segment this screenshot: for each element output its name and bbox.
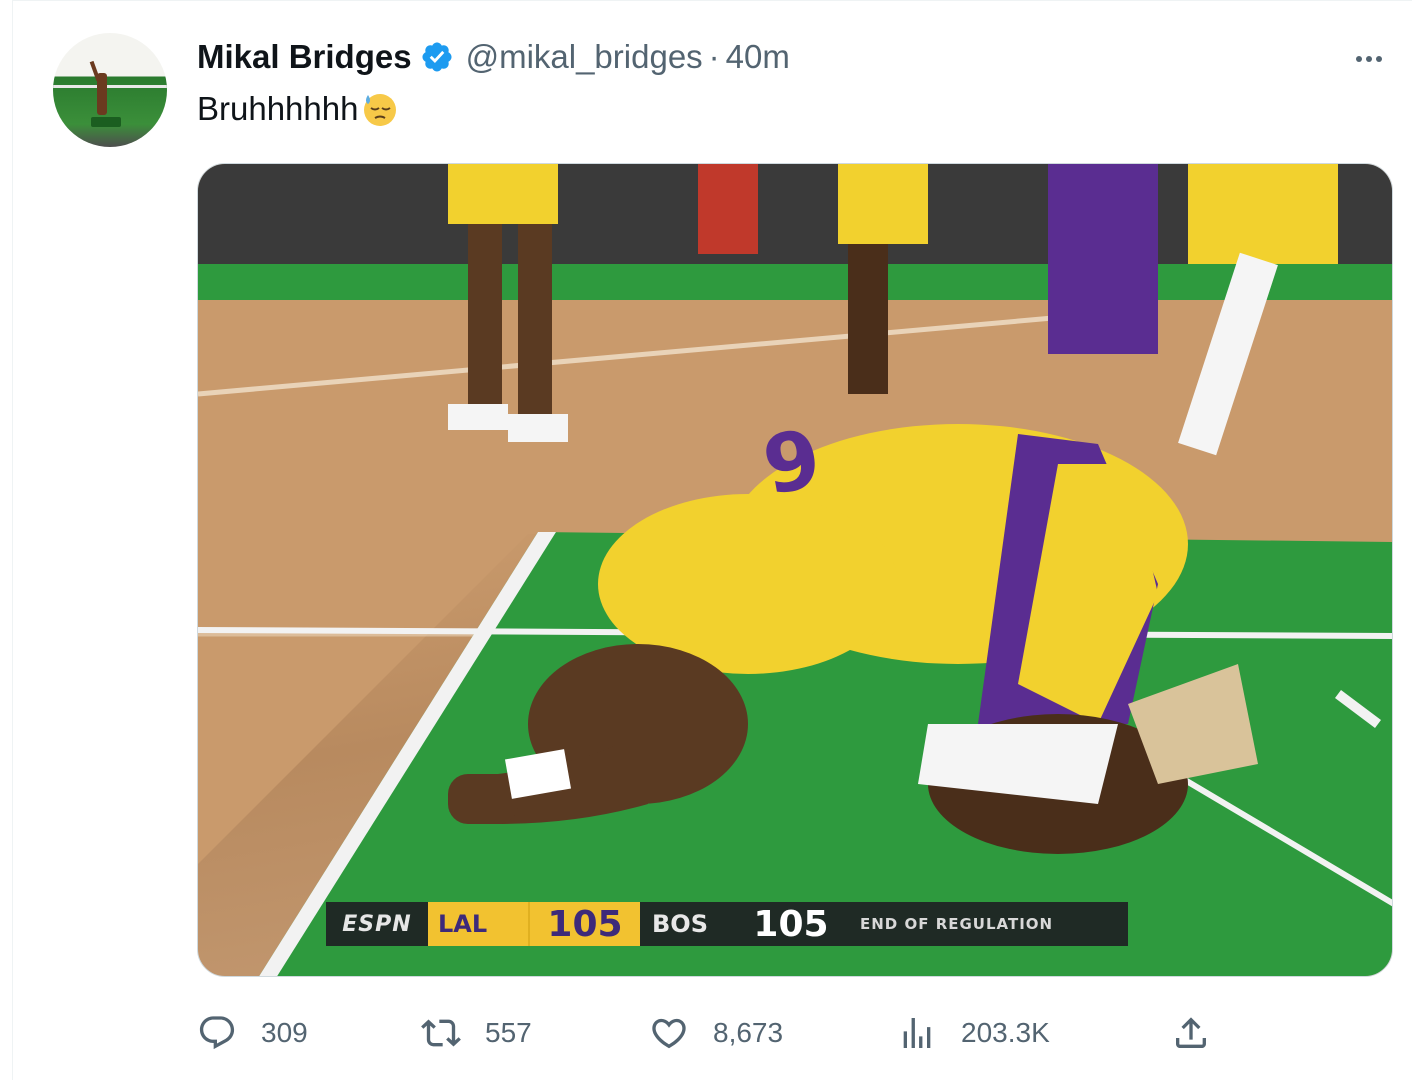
views-count: 203.3K <box>961 1017 1050 1048</box>
share-button[interactable] <box>1171 1007 1211 1059</box>
tweet-text: Bruhhhhhh <box>197 89 400 129</box>
avatar-court-line <box>53 85 167 88</box>
tweet-actions: 309 557 8,673 203.3K <box>197 1007 1217 1059</box>
team1-abbr: LAL <box>428 902 528 946</box>
avatar-figure <box>97 73 107 115</box>
display-name[interactable]: Mikal Bridges <box>197 38 412 76</box>
downcast-face-with-sweat-icon <box>364 94 397 126</box>
separator-dot: · <box>708 38 720 75</box>
user-handle[interactable]: @mikal_bridges <box>466 38 703 76</box>
views-icon <box>903 1018 931 1048</box>
game-status: END OF REGULATION <box>860 915 1054 933</box>
reply-button[interactable]: 309 <box>197 1007 308 1059</box>
like-button[interactable]: 8,673 <box>649 1007 783 1059</box>
more-options-icon[interactable] <box>1349 39 1389 79</box>
team1-score: 105 <box>528 902 640 946</box>
scorebug: ESPN LAL 105 BOS 105 END OF REGULATION <box>326 902 1128 946</box>
retweet-count: 557 <box>485 1017 532 1048</box>
team2-score: 105 <box>753 903 829 945</box>
reply-count: 309 <box>261 1017 308 1048</box>
tweet-header: Mikal Bridges @mikal_bridges · 40m <box>197 35 790 79</box>
like-count: 8,673 <box>713 1017 784 1048</box>
more-dot <box>1366 56 1372 62</box>
reply-icon <box>199 1016 235 1050</box>
share-icon <box>1176 1017 1206 1048</box>
retweet-button[interactable]: 557 <box>421 1007 532 1059</box>
views-button[interactable]: 203.3K <box>897 1007 1050 1059</box>
avatar-bag <box>91 117 121 127</box>
avatar[interactable] <box>53 33 167 147</box>
heart-icon <box>652 1018 686 1049</box>
verified-badge-icon <box>422 42 452 72</box>
more-dot <box>1356 56 1362 62</box>
more-dot <box>1376 56 1382 62</box>
network-logo: ESPN <box>342 911 412 937</box>
tweet-text-content: Bruhhhhhh <box>197 90 359 127</box>
team2-abbr: BOS <box>652 910 708 938</box>
tweet-card[interactable]: Mikal Bridges @mikal_bridges · 40m Bruhh… <box>12 0 1412 1080</box>
tweet-media-video[interactable]: 6 ESPN LAL 105 BOS 105 END OF REGULATION <box>197 163 1393 977</box>
retweet-icon <box>421 1019 461 1047</box>
video-frame: 6 <box>198 164 1392 976</box>
tweet-timestamp[interactable]: 40m <box>726 38 790 76</box>
